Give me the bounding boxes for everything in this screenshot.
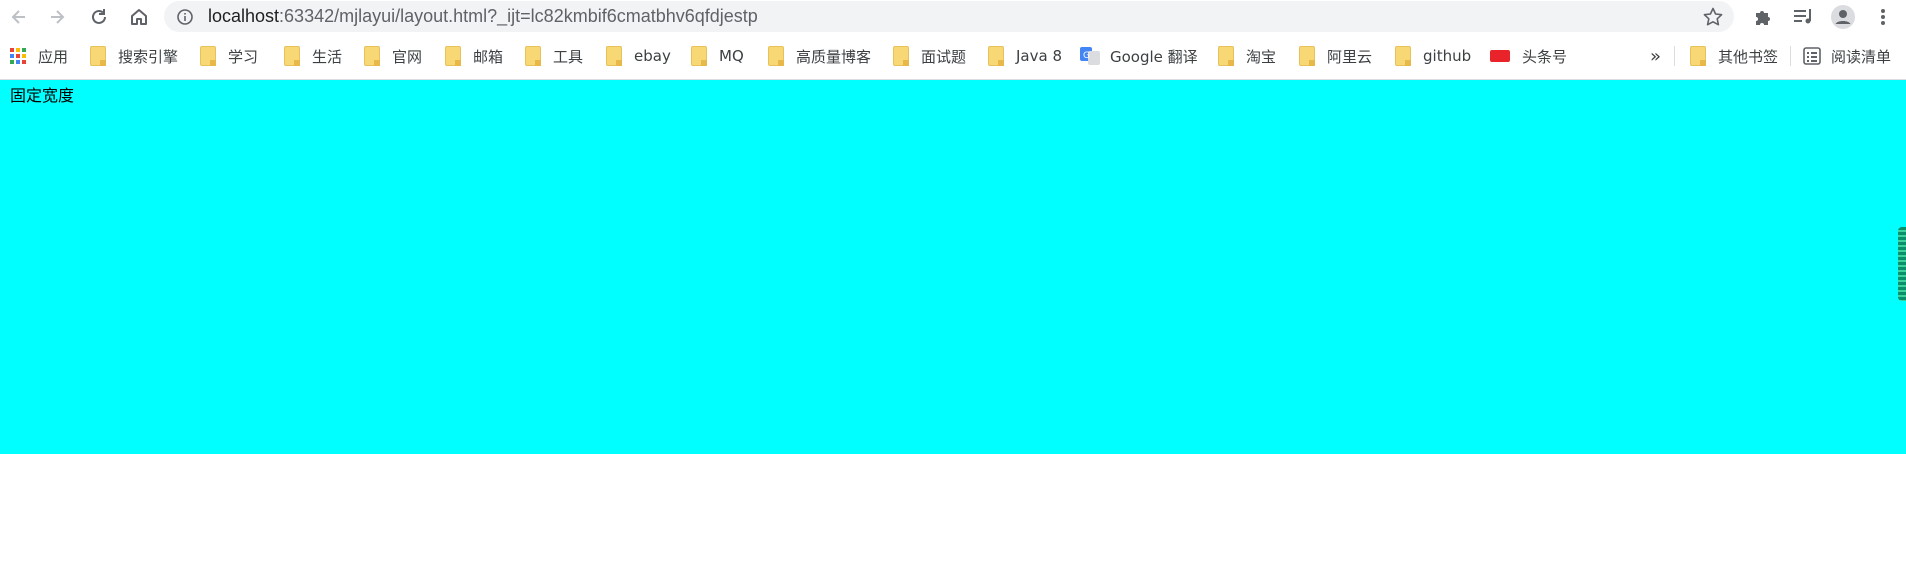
bookmark-folder[interactable]: 阿里云	[1299, 33, 1372, 79]
bookmark-folder[interactable]: 搜索引擎	[90, 33, 178, 79]
toutiao-icon	[1490, 50, 1510, 62]
extensions-button[interactable]	[1750, 4, 1776, 30]
bookmark-label: 官网	[392, 47, 423, 66]
arrow-left-icon	[11, 9, 25, 24]
bookmark-folder[interactable]: ebay	[606, 33, 671, 79]
bookmark-other[interactable]: 其他书签	[1690, 33, 1778, 79]
bookmark-label: 学习	[228, 47, 259, 66]
apps-grid-icon	[10, 48, 26, 64]
home-icon	[131, 8, 147, 25]
folder-icon	[768, 46, 784, 66]
reload-icon	[92, 8, 106, 24]
folder-icon	[90, 46, 106, 66]
fixed-width-block: 固定宽度	[0, 80, 1906, 454]
folder-icon	[364, 46, 380, 66]
folder-icon	[1690, 46, 1706, 66]
url-path: :63342/mjlayui/layout.html?_ijt=lc82kmbi…	[279, 6, 758, 26]
scrollbar-thumb[interactable]	[1898, 227, 1906, 301]
bookmark-folder[interactable]: 淘宝	[1218, 33, 1276, 79]
bookmark-star-icon[interactable]	[1702, 6, 1724, 28]
bookmark-label: Java 8	[1016, 47, 1062, 65]
bookmark-folder[interactable]: 生活	[284, 33, 342, 79]
arrow-right-icon	[51, 9, 65, 24]
folder-icon	[1218, 46, 1234, 66]
bookmark-overflow-chevron[interactable]: »	[1650, 33, 1661, 79]
bookmark-label: 生活	[312, 47, 343, 66]
more-vert-icon	[1881, 9, 1885, 25]
bookmark-toutiao[interactable]: 头条号	[1490, 33, 1567, 79]
bookmark-divider	[1790, 46, 1791, 66]
bookmark-google-translate[interactable]: G Google 翻译	[1080, 33, 1198, 79]
forward-button[interactable]	[40, 0, 74, 33]
bookmark-label: 阅读清单	[1831, 47, 1892, 66]
folder-icon	[200, 46, 216, 66]
media-control-button[interactable]	[1790, 4, 1816, 30]
folder-icon	[988, 46, 1004, 66]
bookmark-divider	[1674, 46, 1675, 66]
folder-icon	[525, 46, 541, 66]
address-bar[interactable]: localhost:63342/mjlayui/layout.html?_ijt…	[164, 1, 1734, 32]
url-text[interactable]: localhost:63342/mjlayui/layout.html?_ijt…	[208, 1, 758, 32]
back-button[interactable]	[2, 0, 36, 33]
profile-button[interactable]	[1830, 4, 1856, 30]
bookmark-folder[interactable]: 邮箱	[445, 33, 503, 79]
puzzle-icon	[1756, 11, 1770, 25]
bookmark-apps[interactable]: 应用	[10, 33, 68, 79]
fixed-width-label: 固定宽度	[10, 86, 75, 105]
bookmark-label: 其他书签	[1718, 47, 1779, 66]
bookmark-folder[interactable]: 学习	[200, 33, 258, 79]
bookmark-label: 工具	[553, 47, 584, 66]
reading-list-icon	[1803, 47, 1821, 65]
avatar-icon	[1831, 5, 1855, 29]
bookmark-label: 头条号	[1522, 47, 1568, 66]
folder-icon	[284, 46, 300, 66]
browser-toolbar: localhost:63342/mjlayui/layout.html?_ijt…	[0, 0, 1906, 33]
bookmark-label: 搜索引擎	[118, 47, 179, 66]
bookmark-folder[interactable]: 高质量博客	[768, 33, 871, 79]
folder-icon	[445, 46, 461, 66]
reading-list-button[interactable]: 阅读清单	[1803, 33, 1891, 79]
folder-icon	[893, 46, 909, 66]
folder-icon	[1395, 46, 1411, 66]
info-icon[interactable]	[176, 8, 194, 26]
bookmark-folder[interactable]: github	[1395, 33, 1471, 79]
bookmark-label: github	[1423, 47, 1472, 65]
reload-button[interactable]	[82, 0, 116, 33]
bookmark-folder[interactable]: 官网	[364, 33, 422, 79]
bookmark-label: 淘宝	[1246, 47, 1277, 66]
bookmarks-bar: 应用 搜索引擎 学习 生活 官网 邮箱 工具 ebay MQ 高质量博客 面试题…	[0, 33, 1906, 80]
playlist-icon	[1794, 9, 1811, 24]
bookmark-label: MQ	[719, 47, 744, 65]
bookmark-label: 邮箱	[473, 47, 504, 66]
bookmark-folder[interactable]: Java 8	[988, 33, 1062, 79]
bookmark-label: 阿里云	[1327, 47, 1373, 66]
folder-icon	[691, 46, 707, 66]
menu-button[interactable]	[1870, 4, 1896, 30]
bookmark-label: 面试题	[921, 47, 967, 66]
home-button[interactable]	[122, 0, 156, 33]
folder-icon	[606, 46, 622, 66]
google-translate-icon: G	[1080, 47, 1100, 65]
chevron-double-right-icon: »	[1650, 45, 1662, 67]
bookmark-folder[interactable]: 面试题	[893, 33, 966, 79]
bookmark-label: Google 翻译	[1110, 47, 1198, 66]
bookmark-label: 高质量博客	[796, 47, 872, 66]
bookmark-folder[interactable]: 工具	[525, 33, 583, 79]
folder-icon	[1299, 46, 1315, 66]
bookmark-folder[interactable]: MQ	[691, 33, 744, 79]
bookmark-label: 应用	[38, 47, 69, 66]
svg-text:G: G	[1083, 51, 1090, 61]
bookmark-label: ebay	[634, 47, 671, 65]
url-host: localhost	[208, 6, 280, 26]
